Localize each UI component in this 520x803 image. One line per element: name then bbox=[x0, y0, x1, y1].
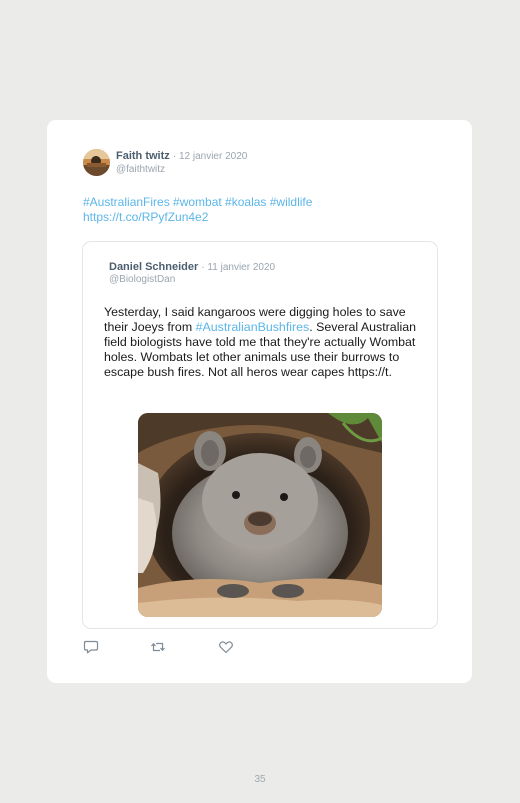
tweet-card: Faith twitz · 12 janvier 2020 @faithtwit… bbox=[47, 120, 472, 683]
retweet-icon bbox=[151, 642, 165, 652]
quoted-hashtag-link[interactable]: #AustralianBushfires bbox=[196, 320, 310, 334]
like-button[interactable] bbox=[218, 640, 234, 654]
quoted-author-name: Daniel Schneider bbox=[109, 261, 199, 273]
heart-icon bbox=[219, 641, 233, 654]
author-avatar[interactable] bbox=[83, 149, 110, 176]
tweet-link[interactable]: https://t.co/RPyfZun4e2 bbox=[83, 210, 208, 224]
reply-button[interactable] bbox=[83, 640, 99, 654]
tweet-date: · 12 janvier 2020 bbox=[172, 151, 248, 162]
quoted-handle: @BiologistDan bbox=[109, 274, 176, 285]
reply-bubble-icon bbox=[83, 640, 99, 654]
quoted-date: · 11 janvier 2020 bbox=[201, 262, 276, 273]
author-handle[interactable]: @faithtwitz bbox=[116, 164, 165, 175]
wombat-photo[interactable] bbox=[138, 413, 382, 617]
tweet-hashtags[interactable]: #AustralianFires #wombat #koalas #wildli… bbox=[83, 195, 312, 209]
page-number: 35 bbox=[254, 774, 266, 785]
tweet-text: #AustralianFires #wombat #koalas #wildli… bbox=[83, 195, 383, 225]
retweet-button[interactable] bbox=[150, 640, 166, 654]
quoted-author-line: Daniel Schneider · 11 janvier 2020 bbox=[109, 261, 275, 273]
quoted-text: Yesterday, I said kangaroos were digging… bbox=[104, 305, 419, 380]
author-name[interactable]: Faith twitz bbox=[116, 150, 170, 162]
quoted-tweet[interactable]: Daniel Schneider · 11 janvier 2020 @Biol… bbox=[82, 241, 438, 629]
author-line: Faith twitz · 12 janvier 2020 bbox=[116, 150, 247, 162]
